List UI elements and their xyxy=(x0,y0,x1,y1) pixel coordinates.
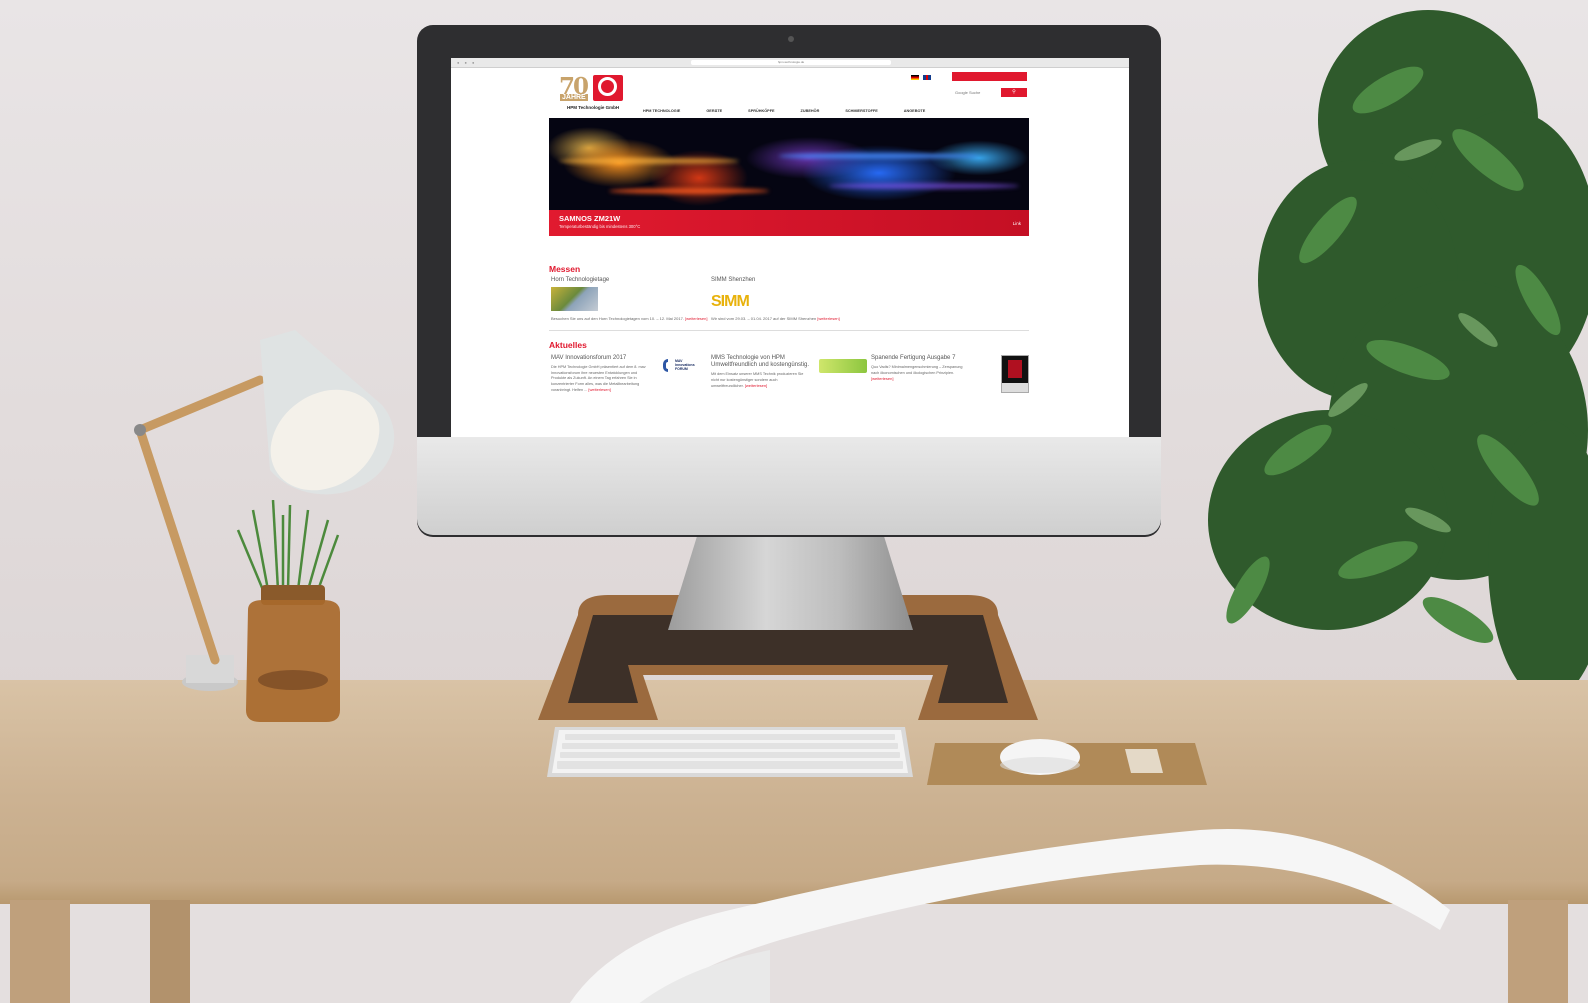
hero-subtitle: Temperaturbeständig bis mindestens 300°C xyxy=(559,224,641,229)
news-title[interactable]: MAV Innovationsforum 2017 xyxy=(551,355,651,362)
search-button[interactable]: ⚲ xyxy=(1001,88,1027,97)
imac-chin xyxy=(417,437,1161,535)
news-card: Spanende Fertigung Ausgabe 7 Quo Vadis? … xyxy=(871,355,1029,394)
search-input[interactable] xyxy=(952,88,1001,97)
read-more-link[interactable]: [weiterlesen] xyxy=(817,316,839,321)
nav-item-angebote[interactable]: ANGEBOTE xyxy=(904,109,926,113)
keyboard xyxy=(547,727,913,777)
desk-leg xyxy=(150,900,190,1003)
desk-leg xyxy=(10,900,70,1003)
hero-link[interactable]: Link xyxy=(1013,221,1021,226)
hero-caption: SAMNOS ZM21W Temperaturbeständig bis min… xyxy=(549,210,1029,236)
news-description: Quo Vadis? Minimalmengenschmierung – Zer… xyxy=(871,365,963,375)
website: 70 JAHRE HPM Technologie GmbH ⚲ HPM TECH… xyxy=(549,68,1029,394)
camera-icon xyxy=(788,36,794,42)
search-box: ⚲ xyxy=(952,88,1027,97)
mav-logo-icon xyxy=(663,359,668,372)
messe-card: SIMM Shenzhen SIMM Wir sind vom 29.03. –… xyxy=(711,277,871,322)
news-text: Die HPM Technologie GmbH präsentiert auf… xyxy=(551,365,651,394)
hero-title: SAMNOS ZM21W xyxy=(559,214,621,223)
screen: ● ● ● hpm-technologie.de 70 JAHRE HPM Te… xyxy=(451,58,1129,437)
mouse-pad xyxy=(927,739,1207,785)
german-flag-icon[interactable] xyxy=(911,75,919,81)
news-text: Quo Vadis? Minimalmengenschmierung – Zer… xyxy=(871,365,971,383)
flame-streak xyxy=(609,188,769,194)
news-title[interactable]: Spanende Fertigung Ausgabe 7 xyxy=(871,355,971,362)
messe-text: Wir sind vom 29.03. – 01.04. 2017 auf de… xyxy=(711,316,871,322)
messe-description: Besuchen Sie uns auf den Horn Technologi… xyxy=(551,316,684,321)
read-more-link[interactable]: [weiterlesen] xyxy=(685,316,707,321)
section-divider xyxy=(549,330,1029,331)
flame-streak xyxy=(779,153,979,159)
mav-thumbnail[interactable]: MAV Innovations FORUM xyxy=(663,357,703,377)
read-more-link[interactable]: [weiterlesen] xyxy=(588,387,610,392)
desk-leg xyxy=(1508,900,1568,1003)
plant xyxy=(1128,0,1588,720)
site-logo[interactable]: 70 JAHRE HPM Technologie GmbH xyxy=(559,73,629,115)
simm-logo-text: SIMM xyxy=(711,293,750,310)
read-more-link[interactable]: [weiterlesen] xyxy=(745,383,767,388)
messe-title[interactable]: Horn Technologietage xyxy=(551,277,711,283)
news-card: MMS Technologie von HPM Umweltfreundlich… xyxy=(711,355,869,394)
english-flag-icon[interactable] xyxy=(923,75,932,81)
site-header: 70 JAHRE HPM Technologie GmbH ⚲ HPM TECH… xyxy=(549,68,1029,116)
news-list: MAV Innovationsforum 2017 Die HPM Techno… xyxy=(549,355,1029,394)
mav-logo-text: MAV Innovations FORUM xyxy=(675,359,695,371)
nav-item-hpm-technologie[interactable]: HPM TECHNOLOGIE xyxy=(643,109,680,113)
address-bar[interactable]: hpm-technologie.de xyxy=(691,60,891,65)
plant-vase xyxy=(228,499,358,725)
logo-mark-icon xyxy=(593,75,623,101)
simm-thumbnail[interactable]: SIMM xyxy=(711,287,766,311)
language-switcher xyxy=(911,75,934,81)
flame-streak xyxy=(829,183,1019,189)
mms-thumbnail[interactable] xyxy=(819,359,867,373)
hero-banner[interactable]: SAMNOS ZM21W Temperaturbeständig bis min… xyxy=(549,118,1029,236)
messe-text: Besuchen Sie uns auf den Horn Technologi… xyxy=(551,316,711,322)
messen-list: Horn Technologietage Besuchen Sie uns au… xyxy=(549,277,1029,322)
logo-jahre: JAHRE xyxy=(560,94,588,101)
logo-company-name: HPM Technologie GmbH xyxy=(567,105,620,110)
news-title[interactable]: MMS Technologie von HPM Umweltfreundlich… xyxy=(711,355,811,369)
header-accent-bar xyxy=(952,72,1027,81)
search-icon: ⚲ xyxy=(1012,89,1016,95)
messe-title[interactable]: SIMM Shenzhen xyxy=(711,277,871,283)
window-controls[interactable]: ● ● ● xyxy=(457,60,476,65)
browser-toolbar: ● ● ● hpm-technologie.de xyxy=(451,58,1129,68)
chair xyxy=(570,829,1450,1003)
flame-streak xyxy=(559,158,739,164)
messe-description: Wir sind vom 29.03. – 01.04. 2017 auf de… xyxy=(711,316,817,321)
news-text: Mit dem Einsatz unserer MMS Technik prod… xyxy=(711,372,811,390)
aktuelles-heading: Aktuelles xyxy=(549,340,587,350)
main-nav: HPM TECHNOLOGIE GERÄTE SPRÜHKÖPFE ZUBEHÖ… xyxy=(643,109,951,113)
horn-thumbnail[interactable] xyxy=(551,287,598,311)
imac-stand xyxy=(668,535,913,630)
read-more-link[interactable]: [weiterlesen] xyxy=(871,376,893,381)
nav-item-schmierstoffe[interactable]: SCHMIERSTOFFE xyxy=(845,109,877,113)
nav-item-geraete[interactable]: GERÄTE xyxy=(706,109,722,113)
messe-card: Horn Technologietage Besuchen Sie uns au… xyxy=(551,277,711,322)
nav-item-zubehoer[interactable]: ZUBEHÖR xyxy=(801,109,820,113)
news-card: MAV Innovationsforum 2017 Die HPM Techno… xyxy=(551,355,709,394)
magazine-thumbnail[interactable] xyxy=(1001,355,1029,393)
nav-item-spruehkoepfe[interactable]: SPRÜHKÖPFE xyxy=(748,109,774,113)
messen-heading: Messen xyxy=(549,264,581,274)
desk-scene: ● ● ● hpm-technologie.de 70 JAHRE HPM Te… xyxy=(0,0,1588,1003)
